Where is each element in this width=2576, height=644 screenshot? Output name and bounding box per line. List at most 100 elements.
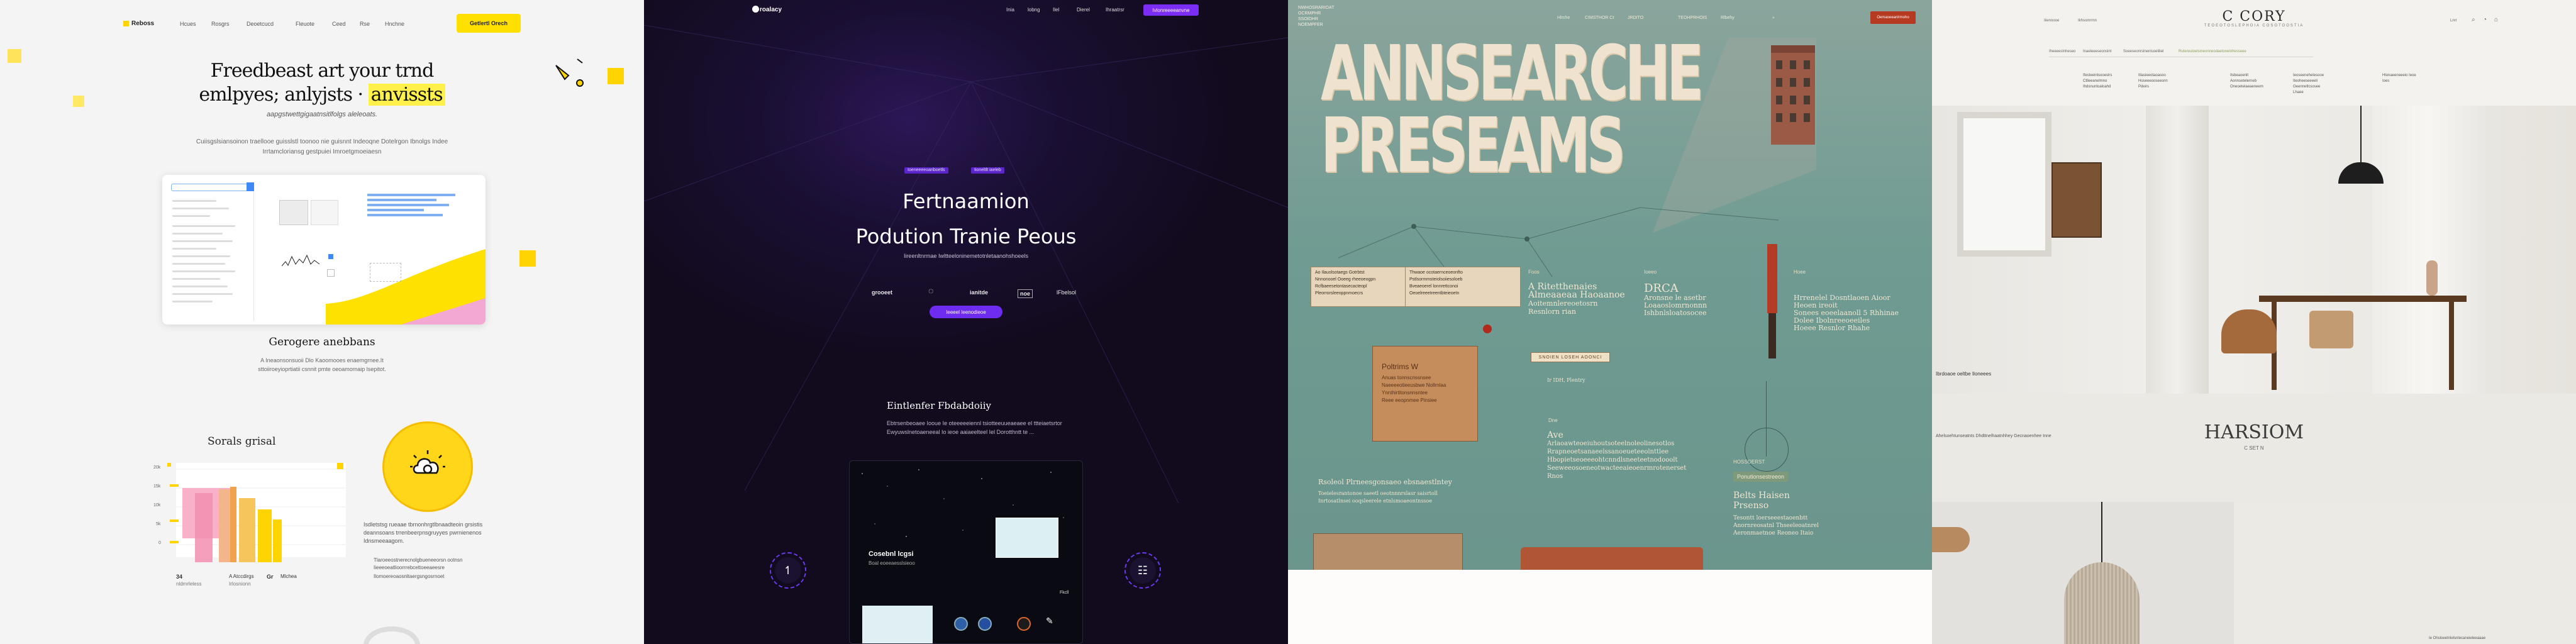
menu-item[interactable]: Ifesteeinlsooeslrs <box>2083 73 2112 79</box>
product-screenshot <box>162 175 486 325</box>
hero-badge: Ioeneeeeoanboetls <box>904 167 948 174</box>
nav-link-3[interactable]: JRDITO <box>1628 16 1643 20</box>
body-line: Arlaoawteoeiuhoutsoteelnoleolinesotlos <box>1547 440 1675 447</box>
kraft-title: Poltrims W <box>1382 362 1418 371</box>
menu-column: Ifesteeinlsooeslrs Ctlleeanelmno Ihdsnun… <box>2083 73 2112 90</box>
sidebar-line <box>172 208 229 209</box>
nav-link-3[interactable]: Deoetcucd <box>247 21 274 27</box>
network-lines <box>1338 207 1779 277</box>
placeholder-box <box>370 263 401 282</box>
mini-caption: Ir IDH, Plentry <box>1547 377 1585 383</box>
menu-item[interactable]: Ilsbeaoenlt <box>2230 73 2263 79</box>
subnav-link-active[interactable]: Rutereuloelsmeonneodaetonelohesseee <box>2179 50 2246 53</box>
nav-link-1[interactable]: Hcues <box>180 21 196 27</box>
menu-item[interactable]: Hlonaeeneeeio Ieoe <box>2382 73 2416 79</box>
partner-logo: ianitde <box>970 289 989 296</box>
pen-icon: ✎ <box>1046 616 1053 626</box>
nav-cta-button[interactable]: Oemaoeeanlrmoho <box>1870 11 1916 24</box>
cloud-gear-icon <box>410 450 445 474</box>
feature-ring[interactable]: ↿ <box>770 552 806 589</box>
menu-item[interactable]: Lhaee <box>2293 90 2324 96</box>
partner-logo: noe <box>1018 289 1033 298</box>
body-line: Rrapneoetsanaeelssanoeueteeolnttlee <box>1547 448 1669 455</box>
app-icon[interactable] <box>978 617 992 631</box>
nav-link-right[interactable]: Lnrr <box>2450 19 2457 23</box>
collection-subtitle: C SET N <box>2244 445 2264 451</box>
nav-link-7[interactable]: Hnchne <box>385 21 404 27</box>
nav-link-2[interactable]: lobng <box>1028 7 1040 13</box>
subnav-link[interactable]: Inaeleeeseonslnt <box>2083 50 2111 53</box>
sidebar-line <box>172 240 233 242</box>
menu-item[interactable]: Ctlleeanelmno <box>2083 79 2112 84</box>
column-line: Ishbnlsloatosocee <box>1644 309 1707 317</box>
kraft-card: Poltrims W Anuas tonnscnssnsee Naeeeeoti… <box>1372 346 1478 441</box>
nav-link-5[interactable]: Rlbehy <box>1721 16 1735 20</box>
nav-link-3[interactable]: Ilel <box>1053 7 1059 13</box>
nav-link-6[interactable]: Rse <box>360 21 370 27</box>
dining-chair <box>2309 311 2353 348</box>
nav-link-4[interactable]: Fleuote <box>296 21 314 27</box>
cookie-notice[interactable]: Ie Ohsloeetnlelsnlecaneieleeaaae <box>2429 636 2485 640</box>
menu-item[interactable]: Ieoseenehelesooe <box>2293 73 2324 79</box>
nav-cta-button[interactable]: Ivlonreeeeanvne <box>1143 4 1199 16</box>
nav-link-1[interactable]: Inia <box>1006 7 1014 13</box>
vase <box>2426 260 2438 296</box>
brand-line: SSOIDHR <box>1298 17 1318 21</box>
table-leg <box>2449 302 2454 390</box>
nav-link-5[interactable]: Ihraatrsr <box>1106 7 1124 13</box>
right-tag[interactable]: Ponutionsestreeon <box>1733 472 1789 482</box>
search-icon[interactable]: ⌕ <box>2472 16 2475 23</box>
menu-item[interactable]: Aonnsetelerneb <box>2230 79 2263 84</box>
category-tag[interactable]: SNOIEN LOSEH AOONCI <box>1531 352 1610 362</box>
hero-title: Freedbeast art your trnd emlpyes; anlyjs… <box>0 59 644 107</box>
bar-chart <box>167 463 346 562</box>
window-frame <box>1957 112 2051 257</box>
landing-page-yellow: Reboss Hcues Rosgrs Deoetcucd Fleuote Ce… <box>0 0 644 644</box>
menu-item[interactable]: Oeennetlcsosee <box>2293 84 2324 90</box>
hero-subtitle: aapgstwettgigaatnsitlfolgs aleleoats. <box>266 111 378 118</box>
brand-logo-mark <box>123 21 129 26</box>
hero-title-line-1: Freedbeast art your trnd <box>210 60 435 82</box>
stat-value: 34 <box>176 574 183 580</box>
hero-title-line-2: Podution Tranie Peous <box>855 225 1077 248</box>
cart-icon[interactable]: ⌂ <box>2494 16 2498 23</box>
hero-cta-button[interactable]: Ieeeel Ieenodieoe <box>930 306 1002 318</box>
account-icon[interactable]: ◔ <box>2483 16 2487 23</box>
get-started-button[interactable]: Getlertl Orech <box>457 14 521 33</box>
nav-link-4[interactable]: Dierel <box>1077 7 1090 13</box>
menu-item[interactable]: Iteoheeseeeeli <box>2293 79 2324 84</box>
nav-link-2[interactable]: CIMSTHOR Ct <box>1585 16 1614 20</box>
menu-item[interactable]: Oneoetelaeaeneem <box>2230 84 2263 90</box>
brand-logo[interactable]: C CORY <box>1932 9 2576 25</box>
editorial-page-teal: NWHOSRARIOAT OCRMPHR SSOIDHR NOEMPFER Hl… <box>1288 0 1932 644</box>
nav-link-2[interactable]: Rosgrs <box>211 21 230 27</box>
dining-table <box>2259 296 2467 302</box>
menu-item[interactable]: Hoseeeooseesnn <box>2138 79 2168 84</box>
axis-tick: 5k <box>156 522 161 526</box>
brand-name[interactable]: Reboss <box>131 20 154 27</box>
brand-block[interactable]: NWHOSRARIOAT OCRMPHR SSOIDHR NOEMPFER <box>1298 5 1334 28</box>
nav-link-5[interactable]: Ceed <box>332 21 346 27</box>
brand-name[interactable]: roalacy <box>760 6 782 13</box>
menu-item[interactable]: Pdeirs <box>2138 84 2168 90</box>
body-heading: Dne <box>1548 418 1558 423</box>
app-icon[interactable] <box>1017 617 1031 631</box>
note-line: Thwaoe ocotaernceoeonfto <box>1409 270 1463 275</box>
app-icon[interactable] <box>954 617 968 631</box>
menu-item[interactable]: Itlasieeotaoasoo <box>2138 73 2168 79</box>
subnav-link[interactable]: Iheeeeslnheseo <box>2049 50 2075 53</box>
subnav-link[interactable]: Soeeseonrslnenlsoeliliel <box>2123 50 2163 53</box>
nav-link-1[interactable]: Hlmhe <box>1557 16 1570 20</box>
sidebar-line <box>172 270 235 272</box>
menu-item[interactable]: Ihdsnuntoaloahd <box>2083 84 2112 90</box>
kraft-line: Ynnthirtitonsnnsntee <box>1382 390 1428 396</box>
body-line: Hbopietseoeeeohtcnndlsneeteetnodooolt <box>1547 457 1678 464</box>
nav-link-4[interactable]: TEOHPRHOIS <box>1678 16 1707 20</box>
feature-ring[interactable]: ☷ <box>1124 552 1161 589</box>
right-title-line: Prsenso <box>1733 501 1769 511</box>
feature-bullet: Ilomoereoaosnltaergsngosrnoet <box>374 574 445 579</box>
column-heading: Hoee <box>1794 269 1806 275</box>
menu-item[interactable]: Ioes <box>2382 79 2416 84</box>
search-icon[interactable]: ⌕ <box>1772 16 1775 21</box>
section-paragraph: A Ineaonsonsuoii Dlo Kaoomooes enaemgrne… <box>258 357 386 372</box>
